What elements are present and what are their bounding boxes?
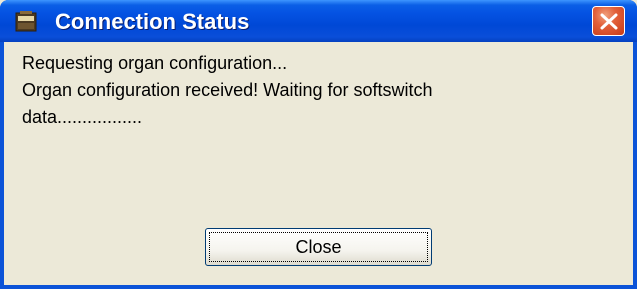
organ-app-icon — [15, 10, 37, 32]
close-button[interactable]: Close — [205, 228, 432, 266]
title-bar[interactable]: Connection Status — [0, 0, 637, 42]
status-line: Requesting organ configuration... — [22, 53, 288, 73]
window-close-button[interactable] — [592, 6, 625, 36]
window-title: Connection Status — [55, 9, 250, 34]
status-line: Organ configuration received! Waiting fo… — [22, 80, 433, 100]
status-message: Requesting organ configuration... Organ … — [22, 50, 612, 131]
connection-status-dialog: Connection Status Requesting organ confi… — [0, 0, 637, 289]
close-button-label: Close — [295, 237, 342, 257]
status-line: data................. — [22, 107, 143, 127]
